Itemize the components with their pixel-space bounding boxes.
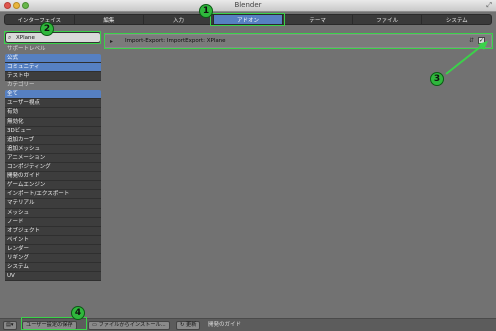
callout-4: 4 bbox=[71, 306, 85, 320]
callout-2: 2 bbox=[40, 22, 54, 36]
callout-3: 3 bbox=[430, 72, 444, 86]
callout-1: 1 bbox=[199, 4, 213, 18]
arrow-to-checkbox bbox=[445, 41, 488, 75]
